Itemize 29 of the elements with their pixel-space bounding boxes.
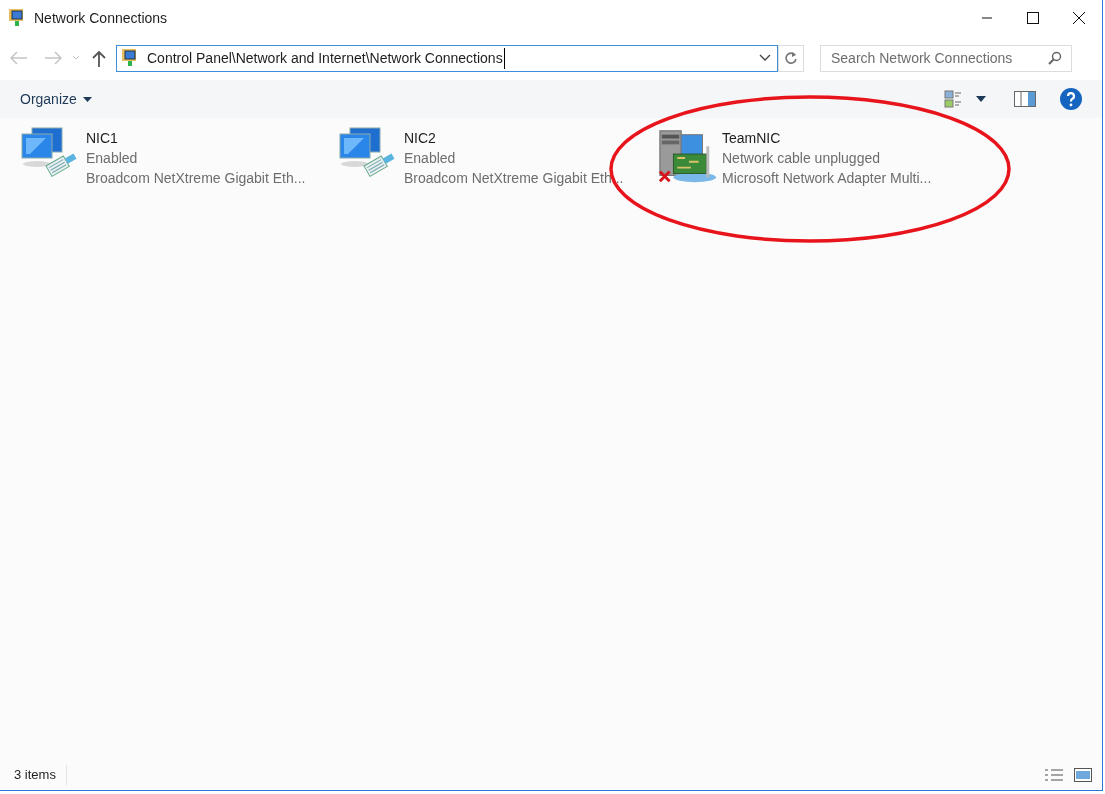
refresh-button[interactable] <box>778 44 804 72</box>
help-icon[interactable] <box>1060 88 1082 110</box>
caret-icon <box>82 96 92 102</box>
address-field[interactable]: Control Panel\Network and Internet\Network Connections <box>116 44 778 72</box>
connection-status: Network cable unplugged <box>722 149 881 168</box>
chevron-down-icon[interactable] <box>759 54 771 62</box>
caret-icon[interactable] <box>976 96 986 102</box>
refresh-icon <box>784 51 798 65</box>
item-count: 3 items <box>14 765 67 785</box>
network-folder-icon <box>8 8 26 28</box>
preview-pane-icon[interactable] <box>1014 91 1036 107</box>
large-icons-view-icon[interactable] <box>1074 768 1092 782</box>
up-arrow-icon[interactable] <box>92 49 106 67</box>
view-options-icon[interactable] <box>944 89 964 109</box>
adapter-name: Microsoft Network Adapter Multi... <box>722 169 932 188</box>
adapter-name: Broadcom NetXtreme Gigabit Eth... <box>86 169 306 188</box>
search-field[interactable]: Search Network Connections <box>820 44 1072 72</box>
maximize-icon[interactable] <box>1027 12 1039 24</box>
connection-name: NIC1 <box>86 129 119 148</box>
window-title: Network Connections <box>34 8 168 28</box>
search-icon <box>1048 50 1062 65</box>
connection-name: NIC2 <box>404 129 437 148</box>
connection-item[interactable]: NIC1 Enabled Broadcom NetXtreme Gigabit Eth... <box>20 128 338 188</box>
network-folder-icon <box>121 48 139 68</box>
connection-name: TeamNIC <box>722 129 782 148</box>
organize-button[interactable]: Organize <box>20 88 92 110</box>
close-icon[interactable] <box>1073 12 1085 24</box>
connection-status: Enabled <box>404 149 457 168</box>
connection-status: Enabled <box>86 149 139 168</box>
